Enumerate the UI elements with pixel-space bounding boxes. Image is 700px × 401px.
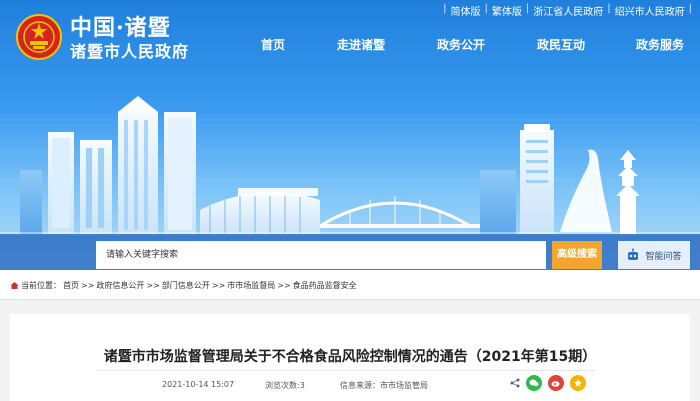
link-simplified[interactable]: 简体版 xyxy=(451,3,481,18)
main-nav: 首页 走进诸暨 政务公开 政民互动 政务服务 xyxy=(0,36,700,56)
breadcrumb-item-food-safety[interactable]: 食品药品监督安全 xyxy=(293,280,357,291)
breadcrumb-item-market-bureau[interactable]: 市市场监督局 xyxy=(227,280,275,291)
article-source: 信息来源：市市场监管局 xyxy=(340,381,428,390)
breadcrumb-item-gov-info[interactable]: 政府信息公开 xyxy=(96,280,144,291)
link-traditional[interactable]: 繁体版 xyxy=(492,3,522,18)
breadcrumb-prefix: 当前位置： xyxy=(21,281,61,290)
nav-home[interactable]: 首页 xyxy=(261,36,285,53)
breadcrumb-separator: >> xyxy=(211,281,226,290)
robot-icon xyxy=(628,248,639,260)
link-shaoxing-gov[interactable]: 绍兴市人民政府 xyxy=(615,3,685,18)
nav-interaction[interactable]: 政民互动 xyxy=(537,36,585,53)
nav-about-zhuji[interactable]: 走进诸暨 xyxy=(337,36,385,53)
home-icon xyxy=(10,282,19,289)
header-banner: | 简体版 | 繁体版 | 浙江省人民政府 | 绍兴市人民政府 | 中国·诸暨 … xyxy=(0,0,700,270)
breadcrumb-separator: >> xyxy=(146,281,160,290)
share-icon xyxy=(510,378,520,388)
smart-qa-button[interactable]: 智能问答 xyxy=(618,241,690,269)
breadcrumb-separator: >> xyxy=(81,281,95,290)
breadcrumb: 当前位置： 首页 >> 政府信息公开 >> 部门信息公开 >> 市市场监督局 >… xyxy=(10,280,357,291)
search-input[interactable]: 请输入关键字搜索 xyxy=(96,241,546,269)
divider xyxy=(96,370,596,371)
weibo-icon[interactable] xyxy=(548,375,564,391)
advanced-search-button[interactable]: 高级搜索 xyxy=(552,241,602,269)
link-zhejiang-gov[interactable]: 浙江省人民政府 xyxy=(533,3,603,18)
breadcrumb-item-home[interactable]: 首页 xyxy=(63,280,79,291)
nav-gov-affairs[interactable]: 政务公开 xyxy=(437,36,485,53)
page: | 简体版 | 繁体版 | 浙江省人民政府 | 绍兴市人民政府 | 中国·诸暨 … xyxy=(0,0,700,401)
qzone-icon[interactable] xyxy=(570,375,586,391)
wechat-icon[interactable] xyxy=(526,375,542,391)
breadcrumb-separator: >> xyxy=(277,281,291,290)
article-title: 诸暨市市场监督管理局关于不合格食品风险控制情况的通告（2021年第15期） xyxy=(103,349,597,365)
smart-qa-label: 智能问答 xyxy=(645,251,682,262)
top-links: | 简体版 | 繁体版 | 浙江省人民政府 | 绍兴市人民政府 | xyxy=(443,3,692,18)
share-bar xyxy=(510,375,586,391)
article-views: 浏览次数:3 xyxy=(265,381,305,390)
article-date: 2021-10-14 15:07 xyxy=(162,380,235,389)
nav-services[interactable]: 政务服务 xyxy=(636,36,684,53)
breadcrumb-item-dept-info[interactable]: 部门信息公开 xyxy=(162,280,210,291)
